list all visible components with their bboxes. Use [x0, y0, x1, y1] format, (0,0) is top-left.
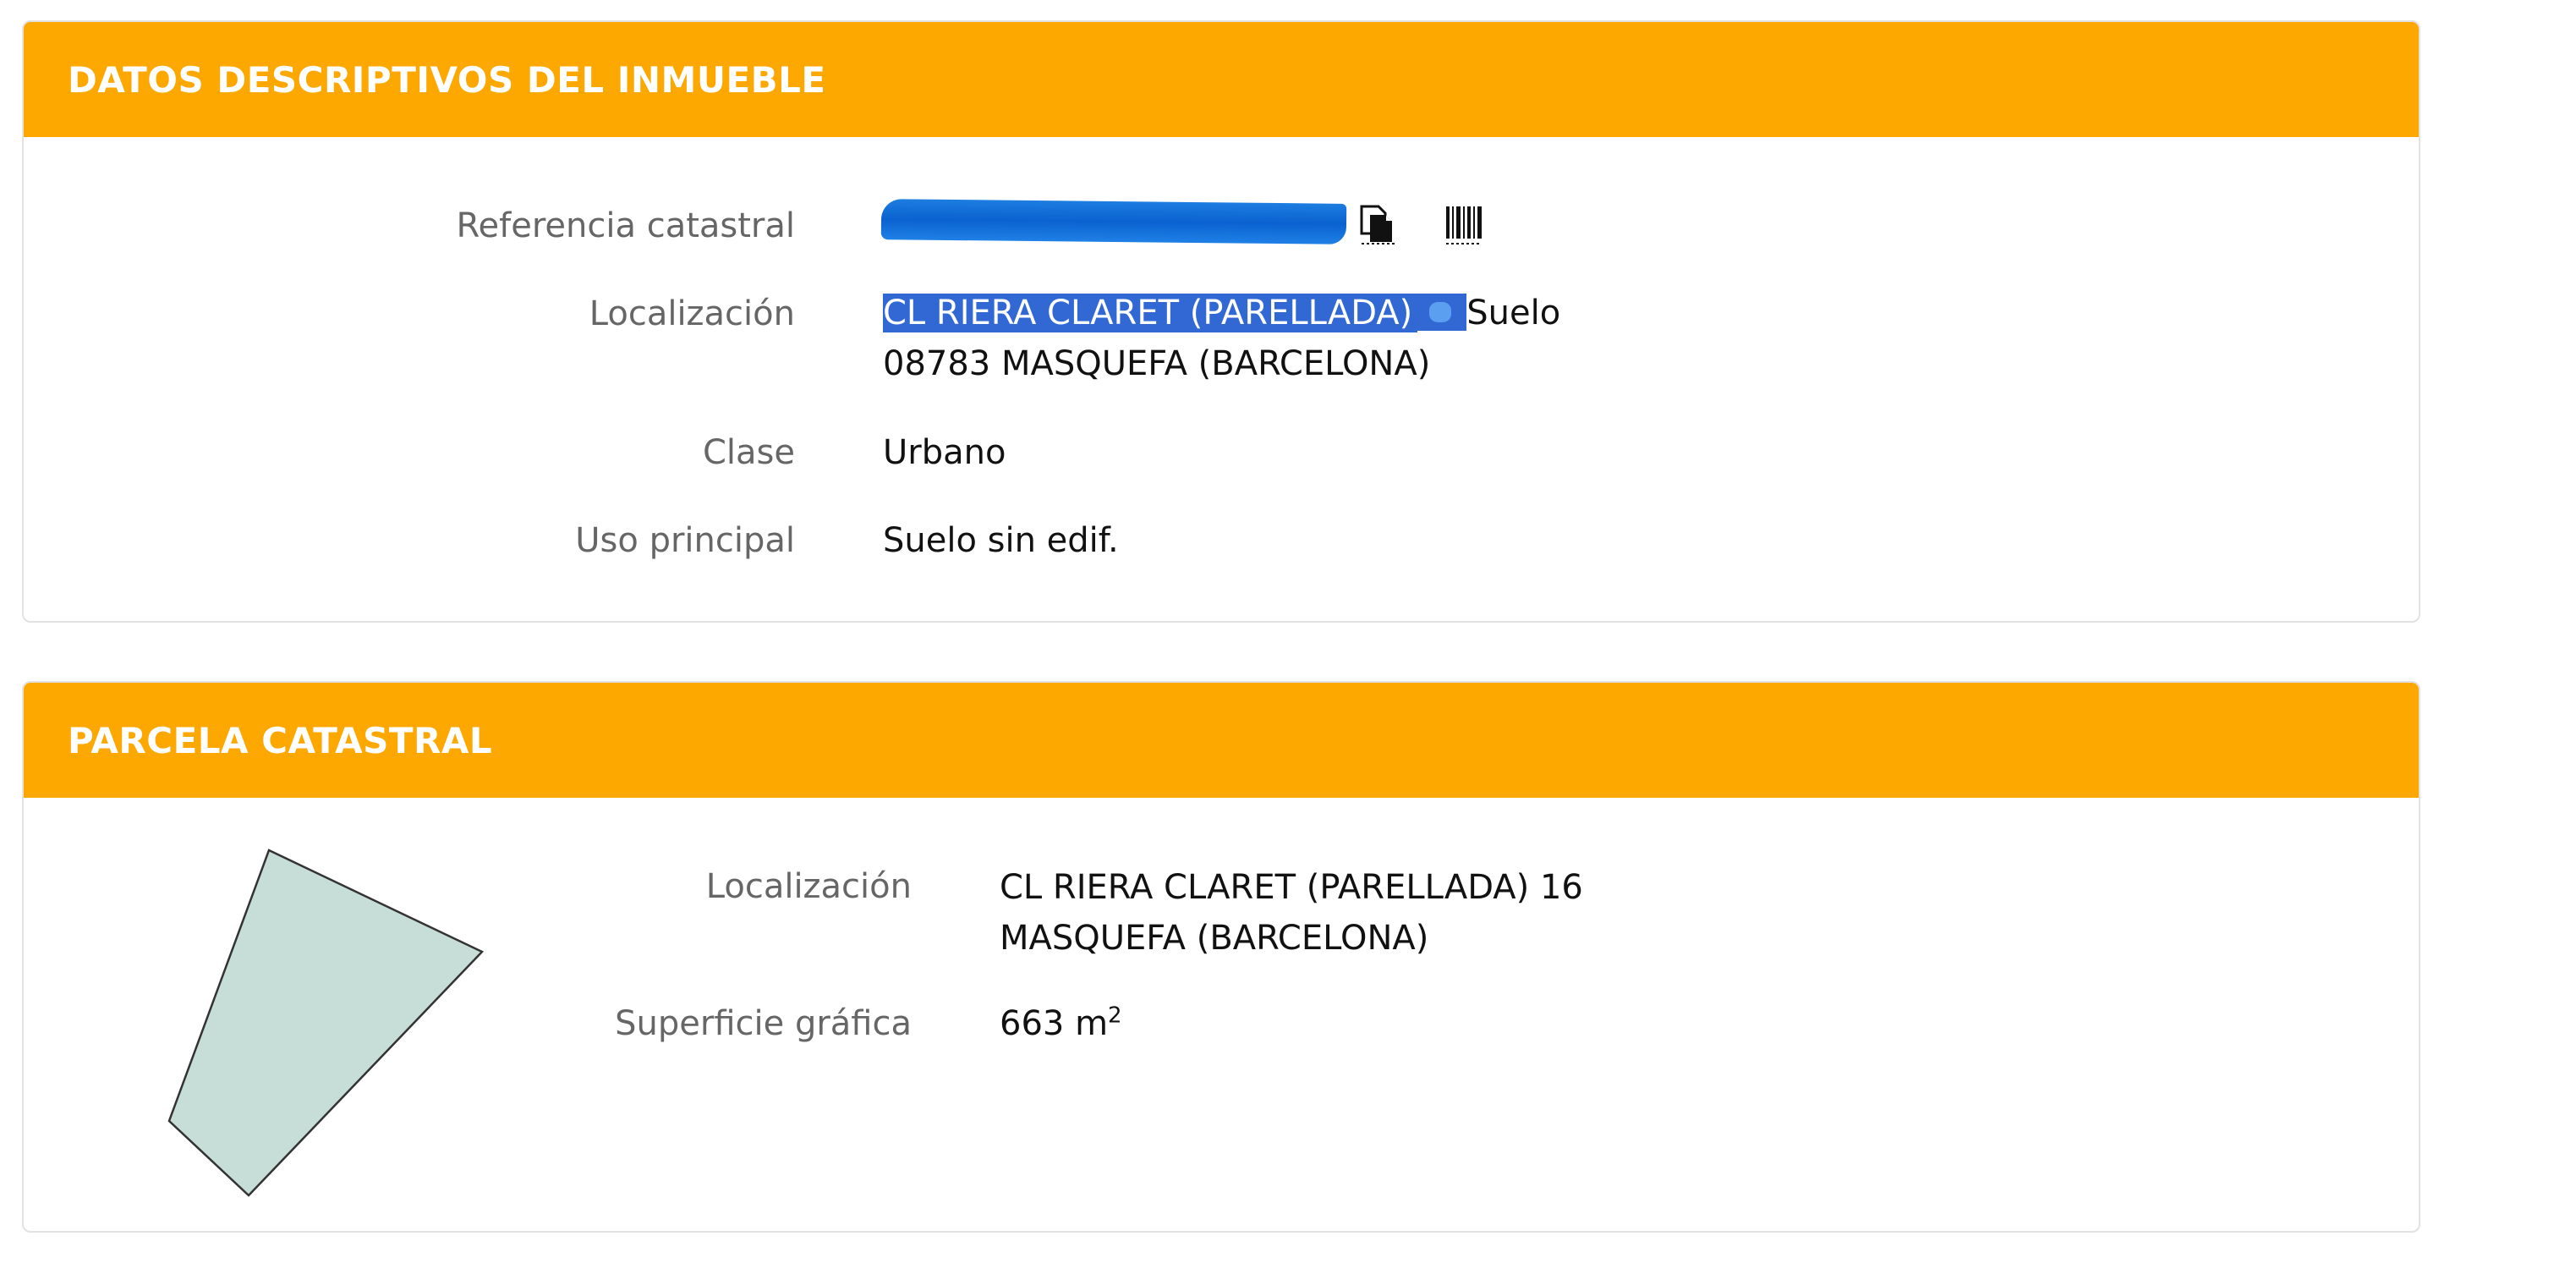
parcela-catastral-title: PARCELA CATASTRAL	[68, 719, 493, 761]
localizacion-suffix: Suelo	[1466, 294, 1561, 332]
parcela-localizacion-label: Localización	[705, 867, 912, 906]
parcela-catastral-header: PARCELA CATASTRAL	[24, 683, 2419, 798]
selected-address-text: CL RIERA CLARET (PARELLADA)	[883, 294, 1418, 332]
superficie-grafica-label: Superficie gráfica	[615, 1004, 912, 1043]
clase-value: Urbano	[883, 433, 1006, 472]
localizacion-line1: CL RIERA CLARET (PARELLADA) Suelo	[883, 288, 1560, 338]
datos-inmueble-title: DATOS DESCRIPTIVOS DEL INMUEBLE	[68, 58, 826, 101]
selection-redaction	[1417, 294, 1467, 331]
parcela-localizacion-value: CL RIERA CLARET (PARELLADA) 16 MASQUEFA …	[1000, 862, 1583, 964]
parcela-catastral-panel: PARCELA CATASTRAL Localización CL RIERA …	[22, 681, 2420, 1233]
copy-document-icon[interactable]	[1358, 203, 1397, 249]
referencia-catastral-redacted-value	[880, 199, 1347, 244]
parcela-localizacion-line1: CL RIERA CLARET (PARELLADA) 16	[1000, 868, 1583, 907]
datos-inmueble-header: DATOS DESCRIPTIVOS DEL INMUEBLE	[24, 22, 2419, 137]
barcode-icon[interactable]	[1444, 203, 1483, 249]
parcela-localizacion-line2: MASQUEFA (BARCELONA)	[1000, 919, 1429, 958]
superficie-number: 663 m	[1000, 1004, 1109, 1043]
clase-label: Clase	[702, 433, 795, 472]
localizacion-value: CL RIERA CLARET (PARELLADA) Suelo 08783 M…	[883, 288, 1560, 389]
datos-inmueble-panel: DATOS DESCRIPTIVOS DEL INMUEBLE Referenc…	[22, 20, 2420, 623]
uso-principal-label: Uso principal	[575, 521, 795, 560]
superficie-grafica-value: 663 m2	[1000, 1004, 1122, 1043]
localizacion-line2: 08783 MASQUEFA (BARCELONA)	[883, 344, 1431, 383]
referencia-catastral-label: Referencia catastral	[456, 206, 795, 245]
uso-principal-value: Suelo sin edif.	[883, 521, 1119, 560]
parcel-shape	[167, 849, 485, 1197]
superficie-exponent: 2	[1108, 1003, 1122, 1029]
localizacion-label: Localización	[589, 294, 795, 333]
